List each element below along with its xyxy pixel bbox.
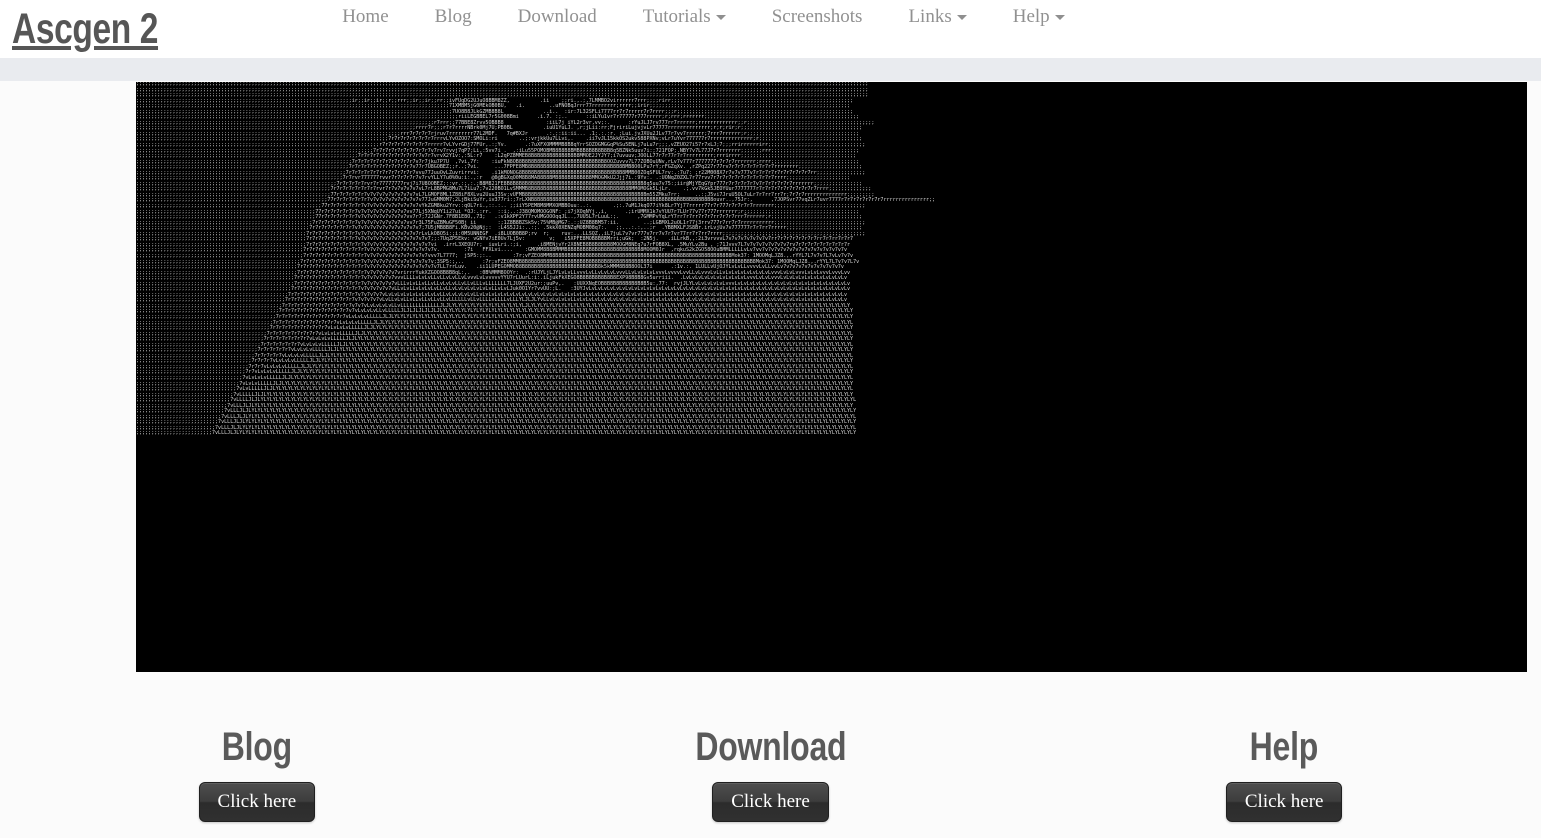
column-help: Help Click here <box>1027 725 1541 822</box>
nav-label-screenshots: Screenshots <box>771 6 863 27</box>
nav-link-tutorials[interactable]: Tutorials <box>620 6 749 28</box>
nav-item-blog[interactable]: Blog <box>412 6 495 28</box>
ascii-art-banner: ;;;;;;;;;;;;;;;;;;;;;;;;;;;;;;;;;;;;;;;;… <box>136 82 1527 672</box>
nav-link-screenshots[interactable]: Screenshots <box>749 6 886 28</box>
nav-label-tutorials: Tutorials <box>642 6 711 27</box>
hero-section: ;;;;;;;;;;;;;;;;;;;;;;;;;;;;;;;;;;;;;;;;… <box>0 81 1541 673</box>
nav-label-help: Help <box>1012 6 1050 27</box>
nav-label-download: Download <box>517 6 597 27</box>
chevron-down-icon <box>715 15 726 20</box>
download-click-here-button[interactable]: Click here <box>712 782 829 822</box>
nav-link-home[interactable]: Home <box>319 6 411 28</box>
nav-link-help[interactable]: Help <box>990 6 1088 28</box>
feature-columns: Blog Click here Download Click here Help… <box>0 673 1541 822</box>
nav-link-download[interactable]: Download <box>495 6 620 28</box>
nav-label-blog: Blog <box>434 6 472 27</box>
chevron-down-icon <box>956 15 967 20</box>
nav-link-blog[interactable]: Blog <box>412 6 495 28</box>
nav-label-links: Links <box>908 6 952 27</box>
navbar-shadow-divider <box>0 58 1541 81</box>
chevron-down-icon <box>1054 15 1065 20</box>
main-navbar: Ascgen 2 Home Blog Download Tutorials Sc… <box>0 0 1541 58</box>
blog-click-here-button[interactable]: Click here <box>198 782 316 822</box>
primary-navigation: Home Blog Download Tutorials Screenshots… <box>319 6 1087 28</box>
ascii-art-text: ;;;;;;;;;;;;;;;;;;;;;;;;;;;;;;;;;;;;;;;;… <box>136 82 936 437</box>
nav-link-links[interactable]: Links <box>885 6 989 28</box>
column-blog: Blog Click here <box>0 725 514 822</box>
nav-label-home: Home <box>342 6 389 27</box>
nav-item-screenshots[interactable]: Screenshots <box>749 6 886 28</box>
column-heading-blog: Blog <box>221 725 292 769</box>
nav-item-home[interactable]: Home <box>319 6 411 28</box>
nav-item-help[interactable]: Help <box>990 6 1088 28</box>
nav-item-links[interactable]: Links <box>885 6 989 28</box>
nav-item-tutorials[interactable]: Tutorials <box>620 6 749 28</box>
column-download: Download Click here <box>514 725 1028 822</box>
site-brand-logo[interactable]: Ascgen 2 <box>12 2 158 56</box>
nav-item-download[interactable]: Download <box>495 6 620 28</box>
column-heading-download: Download <box>695 725 846 769</box>
column-heading-help: Help <box>1249 725 1319 769</box>
help-click-here-button[interactable]: Click here <box>1225 782 1343 822</box>
